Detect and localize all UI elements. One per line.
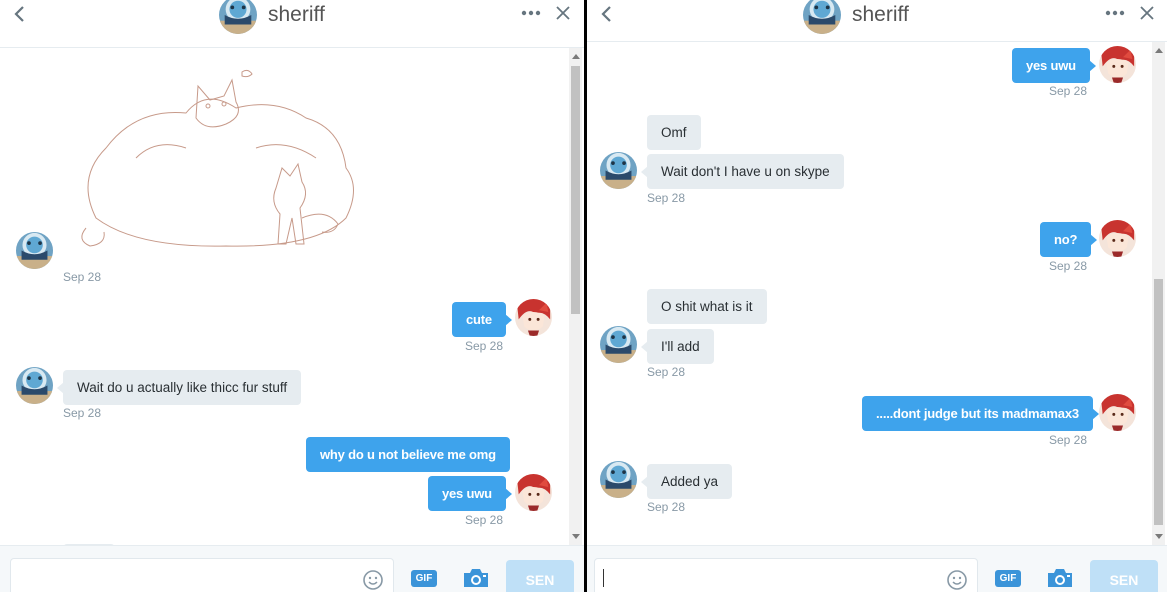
scroll-down-arrow[interactable] bbox=[572, 534, 580, 539]
message-timestamp: Sep 28 bbox=[647, 191, 686, 205]
avatar[interactable] bbox=[1099, 394, 1136, 431]
incoming-message[interactable]: Wait do u actually like thicc fur stuff bbox=[56, 370, 302, 405]
avatar[interactable] bbox=[600, 152, 637, 189]
close-icon[interactable] bbox=[555, 5, 571, 21]
text-caret bbox=[603, 569, 604, 587]
message-timestamp: Sep 28 bbox=[647, 365, 686, 379]
scrollbar[interactable] bbox=[569, 48, 582, 545]
scroll-down-arrow[interactable] bbox=[1155, 534, 1163, 539]
more-icon[interactable] bbox=[520, 6, 542, 20]
outgoing-message[interactable]: cute bbox=[452, 302, 512, 337]
back-icon[interactable] bbox=[597, 4, 617, 24]
message-image[interactable] bbox=[76, 68, 376, 258]
message-timestamp: Sep 28 bbox=[63, 270, 102, 284]
avatar[interactable] bbox=[600, 461, 637, 498]
outgoing-message[interactable]: no? bbox=[1040, 222, 1098, 257]
message-timestamp: Sep 28 bbox=[647, 500, 686, 514]
more-icon[interactable] bbox=[1104, 6, 1126, 20]
conversation-header[interactable]: sheriff bbox=[803, 0, 909, 34]
scroll-up-arrow[interactable] bbox=[572, 54, 580, 59]
camera-icon[interactable] bbox=[462, 567, 490, 589]
camera-icon[interactable] bbox=[1046, 567, 1074, 589]
gif-button[interactable]: GIF bbox=[995, 570, 1021, 587]
chat-header: sheriff bbox=[0, 0, 584, 48]
emoji-icon[interactable] bbox=[362, 569, 384, 591]
scroll-thumb[interactable] bbox=[1154, 279, 1163, 525]
gif-button[interactable]: GIF bbox=[411, 570, 437, 587]
message-input[interactable] bbox=[10, 558, 394, 592]
avatar[interactable] bbox=[600, 326, 637, 363]
emoji-icon[interactable] bbox=[946, 569, 968, 591]
incoming-message[interactable]: Omf bbox=[647, 115, 701, 150]
incoming-message[interactable]: Added ya bbox=[640, 464, 733, 499]
close-icon[interactable] bbox=[1139, 5, 1155, 21]
message-list[interactable]: Sep 28 cute Sep 28 Wait do u actually li… bbox=[0, 48, 584, 545]
outgoing-message[interactable]: yes uwu bbox=[1012, 48, 1096, 83]
message-timestamp: Sep 28 bbox=[465, 513, 504, 527]
incoming-message[interactable]: I'll add bbox=[641, 329, 714, 364]
scroll-up-arrow[interactable] bbox=[1155, 48, 1163, 53]
chat-window-right: sheriff yes uwu Sep 28 Omf Wait don't I … bbox=[587, 0, 1167, 592]
outgoing-message[interactable]: .....dont judge but its madmamax3 bbox=[862, 396, 1099, 431]
send-button[interactable]: SEN bbox=[506, 560, 574, 592]
conversation-title: sheriff bbox=[268, 3, 325, 26]
send-button[interactable]: SEN bbox=[1090, 560, 1158, 592]
avatar[interactable] bbox=[515, 299, 552, 336]
scroll-thumb[interactable] bbox=[571, 66, 580, 314]
conversation-title: sheriff bbox=[852, 3, 909, 26]
chat-header: sheriff bbox=[587, 0, 1167, 42]
incoming-message[interactable]: O shit what is it bbox=[647, 289, 767, 324]
message-timestamp: Sep 28 bbox=[1049, 84, 1088, 98]
avatar[interactable] bbox=[16, 367, 53, 404]
message-timestamp: Sep 28 bbox=[63, 406, 102, 420]
back-icon[interactable] bbox=[10, 4, 30, 24]
message-timestamp: Sep 28 bbox=[1049, 433, 1088, 447]
avatar[interactable] bbox=[16, 232, 53, 269]
avatar[interactable] bbox=[1099, 220, 1136, 257]
message-input[interactable] bbox=[594, 558, 978, 592]
message-timestamp: Sep 28 bbox=[1049, 259, 1088, 273]
avatar bbox=[803, 0, 841, 34]
avatar[interactable] bbox=[515, 474, 552, 511]
scrollbar[interactable] bbox=[1152, 42, 1165, 545]
avatar[interactable] bbox=[1099, 46, 1136, 83]
outgoing-message[interactable]: yes uwu bbox=[428, 476, 512, 511]
conversation-header[interactable]: sheriff bbox=[219, 0, 325, 34]
chat-window-left: sheriff Sep 28 cute Sep 28 Wait do u act… bbox=[0, 0, 584, 592]
incoming-message[interactable]: Wait don't I have u on skype bbox=[641, 154, 844, 189]
message-timestamp: Sep 28 bbox=[465, 339, 504, 353]
message-composer: GIF SEN bbox=[0, 545, 584, 592]
outgoing-message[interactable]: why do u not believe me omg bbox=[306, 437, 510, 472]
avatar bbox=[219, 0, 257, 34]
message-list[interactable]: yes uwu Sep 28 Omf Wait don't I have u o… bbox=[587, 42, 1167, 545]
message-composer: GIF SEN bbox=[587, 545, 1167, 592]
